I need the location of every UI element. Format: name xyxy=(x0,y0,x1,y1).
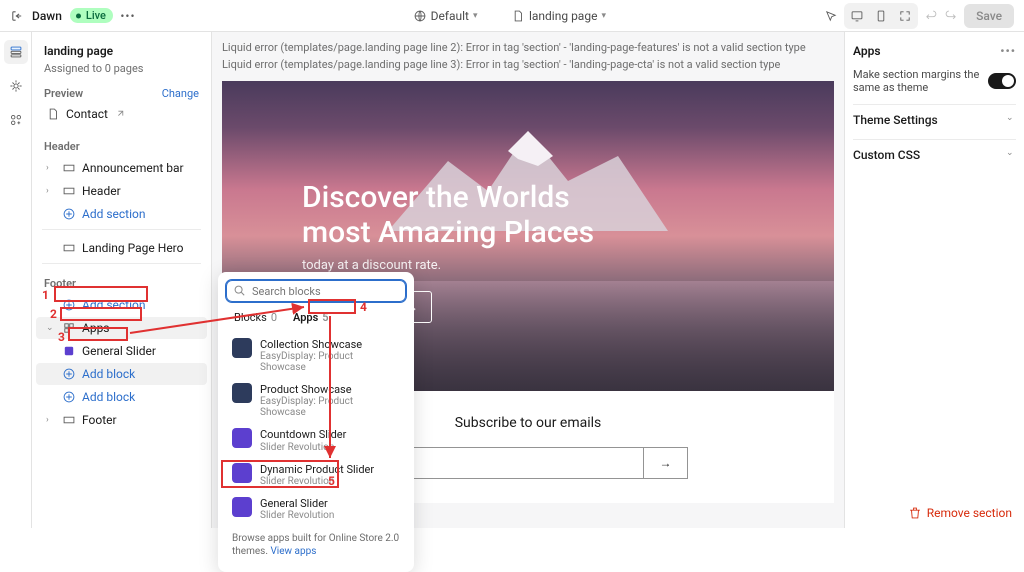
inspector-icon[interactable] xyxy=(824,9,838,23)
popup-app-item[interactable]: Countdown SliderSlider Revolution xyxy=(226,423,406,457)
page-icon xyxy=(511,9,525,23)
trash-icon xyxy=(908,506,922,520)
topbar: Dawn Live ••• Default ▾ landing page ▾ S… xyxy=(0,0,1024,32)
sidebar: landing page Assigned to 0 pages Preview… xyxy=(32,32,212,528)
header-group: Header xyxy=(32,134,211,156)
section-icon xyxy=(62,184,76,198)
search-blocks-input[interactable] xyxy=(226,280,406,302)
preset-dropdown[interactable]: Default ▾ xyxy=(407,6,489,26)
theme-settings-section[interactable]: Theme Settings⌄ xyxy=(853,104,1016,135)
sections-icon[interactable] xyxy=(4,40,28,64)
app-icon xyxy=(232,497,252,517)
hero-subtitle: today at a discount rate. xyxy=(302,258,594,273)
margins-label: Make section margins the same as theme xyxy=(853,68,988,94)
popup-footer: Browse apps built for Online Store 2.0 t… xyxy=(226,526,406,564)
sidebar-apps[interactable]: ⌄Apps xyxy=(36,317,207,339)
rpanel-title: Apps xyxy=(853,44,881,58)
more-icon[interactable]: ••• xyxy=(121,9,135,23)
add-section-btn[interactable]: Add section xyxy=(36,294,207,316)
more-icon[interactable]: ••• xyxy=(1000,44,1016,58)
email-submit[interactable]: → xyxy=(644,447,688,479)
header-item[interactable]: ›Announcement bar xyxy=(36,157,207,179)
change-link[interactable]: Change xyxy=(162,87,199,100)
settings-icon[interactable] xyxy=(4,74,28,98)
save-button[interactable]: Save xyxy=(964,4,1014,28)
add-block-btn[interactable]: Add block xyxy=(36,363,207,385)
nav-rail xyxy=(0,32,32,528)
preview-item[interactable]: Contact xyxy=(36,103,207,125)
add-block-btn[interactable]: Add block xyxy=(36,386,207,408)
app-icon xyxy=(232,338,252,358)
remove-section-btn[interactable]: Remove section xyxy=(908,506,1012,520)
assigned-text: Assigned to 0 pages xyxy=(32,62,211,81)
right-panel: Apps ••• Make section margins the same a… xyxy=(844,32,1024,528)
app-icon xyxy=(232,463,252,483)
plus-circle-icon xyxy=(62,207,76,221)
page-title: landing page xyxy=(32,40,211,62)
template-item[interactable]: Landing Page Hero xyxy=(36,237,207,259)
popup-app-item[interactable]: General SliderSlider Revolution xyxy=(226,492,406,526)
view-apps-link[interactable]: View apps xyxy=(270,546,316,557)
external-icon xyxy=(114,109,125,120)
custom-css-section[interactable]: Custom CSS⌄ xyxy=(853,139,1016,170)
hero-title: Discover the Worlds most Amazing Places xyxy=(302,181,594,250)
redo-icon[interactable] xyxy=(944,9,958,23)
block-icon xyxy=(62,344,76,358)
app-icon xyxy=(232,428,252,448)
globe-icon xyxy=(413,9,427,23)
plus-circle-icon xyxy=(62,298,76,312)
popup-app-item[interactable]: Dynamic Product SliderSlider Revolution xyxy=(226,458,406,492)
section-icon xyxy=(62,413,76,427)
search-icon xyxy=(233,284,247,298)
plus-circle-icon xyxy=(62,367,76,381)
margins-toggle[interactable] xyxy=(988,73,1016,89)
apps-icon xyxy=(62,321,76,335)
popup-app-item[interactable]: Product ShowcaseEasyDisplay: Product Sho… xyxy=(226,378,406,423)
popup-app-item[interactable]: Collection ShowcaseEasyDisplay: Product … xyxy=(226,333,406,378)
header-item[interactable]: ›Header xyxy=(36,180,207,202)
chevron-down-icon: ▾ xyxy=(601,11,611,21)
fullscreen-icon[interactable] xyxy=(894,5,916,27)
sidebar-general-slider[interactable]: General Slider xyxy=(36,340,207,362)
live-badge: Live xyxy=(70,8,113,23)
tab-apps[interactable]: Apps5 xyxy=(293,308,329,327)
mobile-icon[interactable] xyxy=(870,5,892,27)
plus-circle-icon xyxy=(62,390,76,404)
add-section-btn[interactable]: Add section xyxy=(36,203,207,225)
section-icon xyxy=(62,161,76,175)
add-block-popup: Blocks0 Apps5 Collection ShowcaseEasyDis… xyxy=(218,272,414,572)
sidebar-footer[interactable]: ›Footer xyxy=(36,409,207,431)
chevron-down-icon: ▾ xyxy=(473,11,483,21)
preview-label: Preview xyxy=(44,87,83,100)
page-dropdown[interactable]: landing page ▾ xyxy=(505,6,617,26)
undo-icon[interactable] xyxy=(924,9,938,23)
section-icon xyxy=(62,241,76,255)
exit-icon[interactable] xyxy=(10,9,24,23)
liquid-error: Liquid error (templates/page.landing pag… xyxy=(212,32,844,81)
footer-group: Footer xyxy=(32,271,211,293)
app-icon xyxy=(232,383,252,403)
theme-name: Dawn xyxy=(32,9,62,23)
apps-icon[interactable] xyxy=(4,108,28,132)
page-icon xyxy=(46,107,60,121)
desktop-icon[interactable] xyxy=(846,5,868,27)
tab-blocks[interactable]: Blocks0 xyxy=(234,308,277,327)
